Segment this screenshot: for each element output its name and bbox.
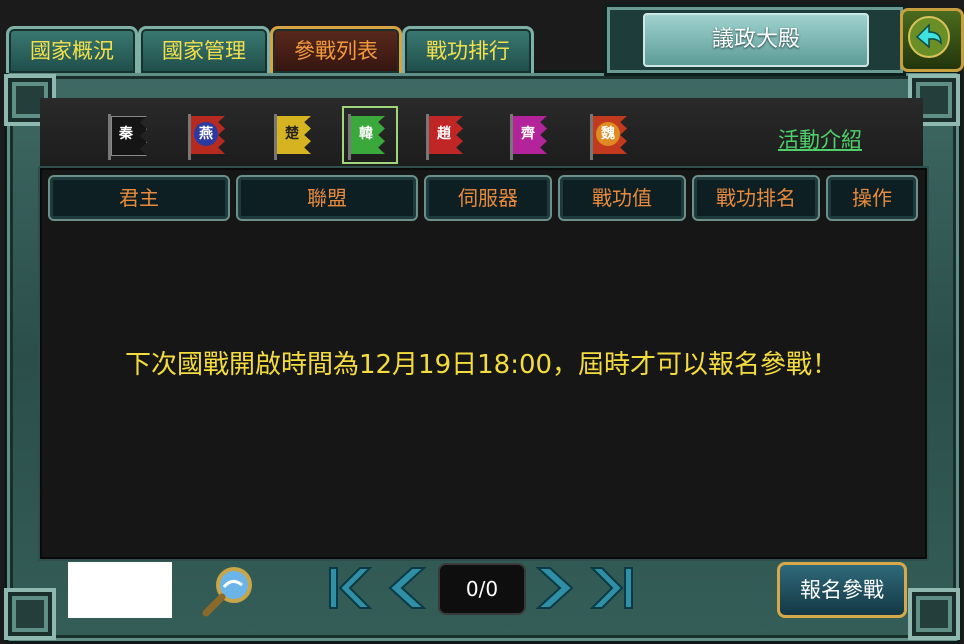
column-action[interactable]: 操作	[826, 175, 918, 221]
flag-qi-label: 齊	[521, 126, 535, 142]
back-arrow-icon	[908, 16, 950, 58]
title-banner: 議政大殿	[604, 4, 906, 76]
flag-zhao-label: 趙	[437, 126, 451, 142]
flag-han[interactable]: 韓	[342, 106, 398, 164]
flag-zhao[interactable]: 趙	[424, 110, 472, 160]
last-page-button[interactable]	[588, 562, 636, 614]
flag-chu-label: 楚	[285, 126, 299, 142]
chevron-left-icon	[388, 567, 427, 609]
search-button[interactable]	[198, 563, 258, 617]
tab-country-overview[interactable]: 國家概況	[6, 26, 138, 73]
column-lord[interactable]: 君主	[48, 175, 230, 221]
flag-wei-label: 魏	[596, 122, 620, 146]
double-chevron-left-icon	[329, 567, 373, 609]
column-alliance[interactable]: 聯盟	[236, 175, 418, 221]
activity-intro-link[interactable]: 活動介紹	[778, 124, 862, 154]
war-schedule-notice: 下次國戰開啟時間為12月19日18:00，屆時才可以報名參戰！	[124, 350, 839, 380]
page-indicator: 0/0	[438, 563, 526, 615]
flag-qi[interactable]: 齊	[508, 110, 556, 160]
magnifier-icon	[202, 567, 252, 617]
column-merit-value[interactable]: 戰功值	[558, 175, 686, 221]
flag-qin[interactable]: 秦	[106, 110, 154, 160]
next-page-button[interactable]	[530, 562, 578, 614]
double-chevron-right-icon	[589, 567, 633, 609]
flag-han-label: 韓	[359, 126, 373, 142]
tab-merit-ranking[interactable]: 戰功排行	[402, 26, 534, 73]
flag-wei[interactable]: 魏	[588, 110, 636, 160]
frame-corner-ornament	[4, 588, 56, 640]
frame-corner-ornament	[908, 588, 960, 640]
search-input[interactable]	[68, 562, 172, 618]
column-server[interactable]: 伺服器	[424, 175, 552, 221]
flag-yan[interactable]: 燕	[186, 110, 234, 160]
column-merit-rank[interactable]: 戰功排名	[692, 175, 820, 221]
first-page-button[interactable]	[326, 562, 374, 614]
signup-war-button[interactable]: 報名參戰	[777, 562, 907, 618]
prev-page-button[interactable]	[384, 562, 432, 614]
chevron-right-icon	[535, 567, 574, 609]
flag-chu[interactable]: 楚	[272, 110, 320, 160]
flag-qin-label: 秦	[119, 126, 133, 142]
flag-yan-label: 燕	[194, 122, 218, 146]
page-title: 議政大殿	[643, 13, 869, 67]
tab-war-list[interactable]: 參戰列表	[270, 26, 402, 73]
back-button[interactable]	[900, 8, 964, 72]
tab-country-management[interactable]: 國家管理	[138, 26, 270, 73]
